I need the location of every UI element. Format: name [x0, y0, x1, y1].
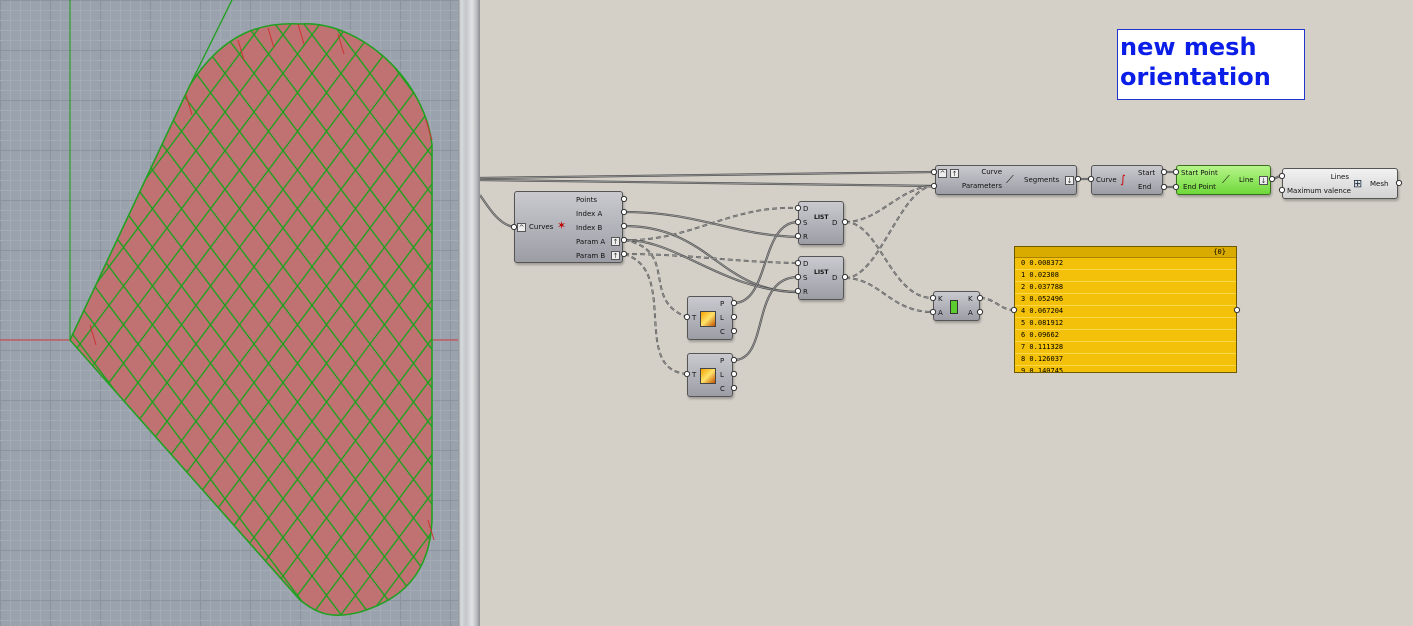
- wire-grip: [1395, 179, 1403, 187]
- wire-grip: [730, 299, 738, 307]
- wire-grip: [929, 308, 937, 316]
- wire-grip: [620, 222, 628, 230]
- wire-grip: [794, 259, 802, 267]
- viewport-geometry: [0, 0, 458, 626]
- wire-grip: [1172, 168, 1180, 176]
- wire-grip: [1172, 183, 1180, 191]
- wire-grip: [1268, 175, 1276, 183]
- wire-grip: [1010, 306, 1018, 314]
- panel-splitter[interactable]: [458, 0, 480, 626]
- wire-grip: [730, 370, 738, 378]
- wire-grip: [976, 308, 984, 316]
- wire-grip: [930, 168, 938, 176]
- wire-grip: [976, 294, 984, 302]
- wire-grip: [620, 195, 628, 203]
- wire-grip: [794, 287, 802, 295]
- wire-grip: [730, 327, 738, 335]
- wire-grip: [730, 313, 738, 321]
- wire-grip: [730, 384, 738, 392]
- wire-grip: [1160, 168, 1168, 176]
- wire-grip: [794, 218, 802, 226]
- wire-grip: [1278, 172, 1286, 180]
- wire-grip: [794, 273, 802, 281]
- wire-grip: [620, 250, 628, 258]
- grasshopper-canvas[interactable]: ^ Curves ✶ Points Index A Index B Param …: [480, 0, 1413, 626]
- wire-grip: [841, 218, 849, 226]
- grip-layer: [510, 168, 1403, 392]
- wire-grip: [1160, 183, 1168, 191]
- wire-grip: [930, 182, 938, 190]
- wire-grip: [620, 208, 628, 216]
- wire-grip: [841, 273, 849, 281]
- wire-grip: [683, 370, 691, 378]
- wire-grip: [683, 313, 691, 321]
- wire-grip: [620, 236, 628, 244]
- wire-grip: [1233, 306, 1241, 314]
- wire-grip: [730, 356, 738, 364]
- wire-grip: [794, 204, 802, 212]
- wire-grip: [794, 232, 802, 240]
- wire-grip: [1074, 175, 1082, 183]
- rhino-viewport[interactable]: [0, 0, 458, 626]
- wire-grip: [1278, 186, 1286, 194]
- wire-grip: [929, 294, 937, 302]
- wire-grip: [1087, 175, 1095, 183]
- wire-grip: [510, 223, 518, 231]
